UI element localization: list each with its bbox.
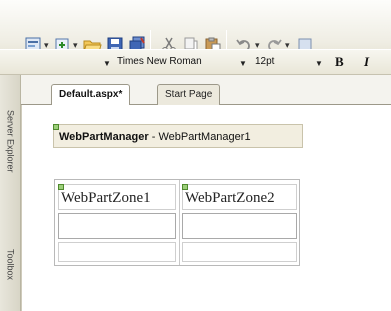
side-tool-rail: Server Explorer Toolbox [0, 75, 21, 311]
chevron-down-icon[interactable]: ▼ [103, 59, 111, 68]
chevron-down-icon[interactable]: ▼ [239, 59, 247, 68]
design-surface[interactable]: WebPartManager - WebPartManager1 WebPart… [21, 105, 391, 311]
webpartzone1-label: WebPartZone1 [61, 190, 151, 206]
toolbox-tab[interactable]: Toolbox [3, 225, 18, 305]
wpm-type-label: WebPartManager [59, 131, 149, 143]
font-size-select[interactable]: 12pt [255, 56, 274, 67]
webpartzone2-label: WebPartZone2 [185, 190, 275, 206]
table-cell[interactable] [58, 242, 176, 262]
control-glyph-icon [53, 124, 59, 130]
webpartzone2-body[interactable] [182, 213, 297, 239]
chevron-down-icon[interactable]: ▼ [315, 59, 323, 68]
webpartzone1-body[interactable] [58, 213, 176, 239]
wpm-id-label: WebPartManager1 [158, 131, 251, 143]
layout-table[interactable]: WebPartZone1 WebPartZone2 [54, 179, 300, 266]
italic-button[interactable]: I [364, 54, 369, 70]
server-explorer-label: Server Explorer [5, 109, 16, 173]
ide-window: ▾ ▾ ▾ ▾ ▼ Times New Roman ▼ 12pt ▼ B I S… [0, 0, 391, 311]
tab-default-aspx[interactable]: Default.aspx* [51, 84, 131, 107]
tab-start-page[interactable]: Start Page [157, 84, 221, 106]
wpm-separator: - [148, 131, 159, 143]
column-divider [179, 180, 180, 265]
server-explorer-tab[interactable]: Server Explorer [3, 89, 18, 193]
document-tab-strip: Start Page Default.aspx* [21, 75, 391, 107]
control-glyph-icon [182, 184, 188, 190]
table-cell[interactable] [182, 242, 297, 262]
webpartmanager-control[interactable]: WebPartManager - WebPartManager1 [53, 124, 303, 148]
bold-button[interactable]: B [335, 54, 344, 70]
webpartzone2-header[interactable]: WebPartZone2 [182, 184, 297, 210]
control-glyph-icon [58, 184, 64, 190]
font-name-select[interactable]: Times New Roman [117, 56, 202, 67]
formatting-toolbar: ▼ Times New Roman ▼ 12pt ▼ B I [0, 49, 391, 75]
toolbox-label: Toolbox [5, 249, 16, 281]
webpartzone1-header[interactable]: WebPartZone1 [58, 184, 176, 210]
